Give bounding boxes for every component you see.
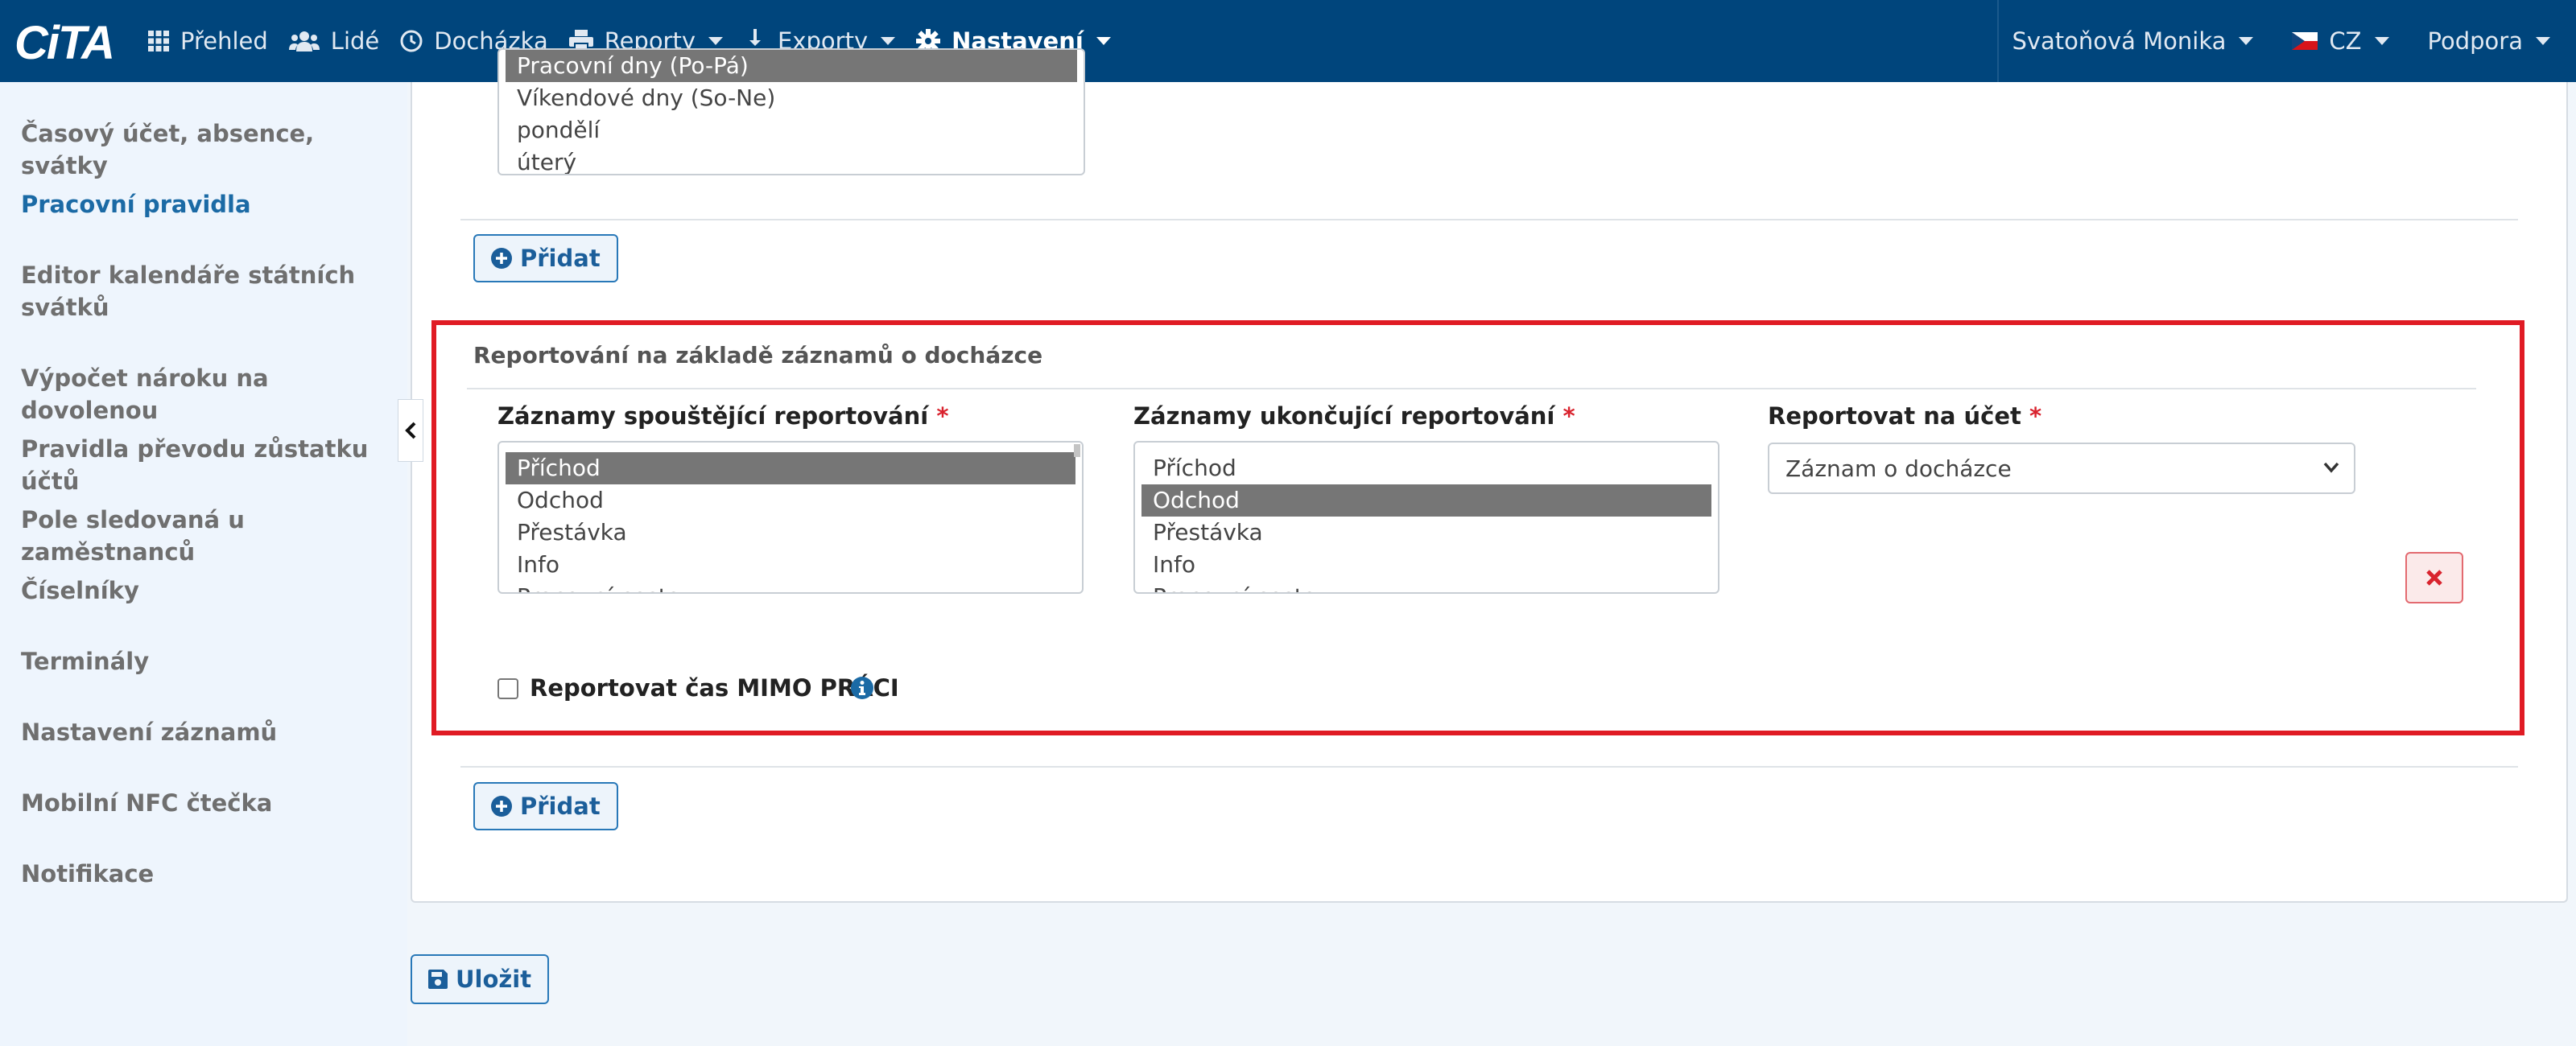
sidebar-item-notifikace[interactable]: Notifikace xyxy=(21,858,391,890)
divider xyxy=(467,388,2476,389)
chevron-down-icon xyxy=(881,37,896,45)
account-select[interactable]: Záznam o docházce xyxy=(1768,443,2355,494)
listbox-option[interactable]: Info xyxy=(1141,549,1711,581)
nav-item-prehled[interactable]: Přehled xyxy=(145,0,286,82)
listbox-option[interactable]: Pracovní dny (Po-Pá) xyxy=(506,50,1077,82)
chevron-down-icon xyxy=(2323,462,2339,473)
chevron-down-icon xyxy=(1096,37,1111,45)
chevron-left-icon xyxy=(405,422,416,439)
required-mark: * xyxy=(2029,402,2042,430)
listbox-option[interactable]: Příchod xyxy=(506,452,1075,484)
delete-rule-button[interactable] xyxy=(2405,552,2463,603)
required-mark: * xyxy=(936,402,949,430)
account-label: Reportovat na účet * xyxy=(1768,402,2041,430)
clock-icon xyxy=(400,30,423,52)
sidebar-item-nastaveni-zaznamu[interactable]: Nastavení záznamů xyxy=(21,716,391,748)
sidebar-item-casovy-ucet[interactable]: Časový účet, absence, svátky xyxy=(21,117,391,182)
sidebar-item-pravidla-prevodu[interactable]: Pravidla převodu zůstatku účtů xyxy=(21,433,391,497)
start-records-label: Záznamy spouštějící reportování * xyxy=(497,402,948,430)
listbox-scrollbar[interactable] xyxy=(1074,444,1080,457)
listbox-option[interactable]: Pracovní cesta xyxy=(1141,581,1711,592)
nav-label: Přehled xyxy=(180,27,268,55)
nav-item-lide[interactable]: Lidé xyxy=(286,0,397,82)
nav-label: Lidé xyxy=(330,27,380,55)
end-records-listbox[interactable]: Příchod Odchod Přestávka Info Pracovní c… xyxy=(1133,441,1719,594)
save-button-label: Uložit xyxy=(456,966,532,993)
language-code: CZ xyxy=(2329,27,2362,55)
chevron-down-icon xyxy=(2374,37,2389,45)
info-icon[interactable] xyxy=(850,676,874,700)
support-label: Podpora xyxy=(2427,27,2523,55)
start-records-listbox[interactable]: Příchod Odchod Přestávka Info Pracovní c… xyxy=(497,441,1084,594)
user-menu[interactable]: Svatoňová Monika xyxy=(1999,0,2279,82)
add-reporting-button[interactable]: Přidat xyxy=(473,782,618,830)
outside-work-checkbox[interactable] xyxy=(497,678,518,699)
outside-work-label[interactable]: Reportovat čas MIMO PRÁCI xyxy=(530,674,899,702)
listbox-option[interactable]: úterý xyxy=(506,146,1077,174)
listbox-option[interactable]: Příchod xyxy=(1141,452,1711,484)
add-button-label: Přidat xyxy=(520,793,601,820)
chevron-down-icon xyxy=(2536,37,2550,45)
close-icon xyxy=(2426,570,2442,586)
label-text: Záznamy ukončující reportování xyxy=(1133,402,1555,430)
days-listbox[interactable]: Pracovní dny (Po-Pá) Víkendové dny (So-N… xyxy=(497,48,1085,175)
app-logo[interactable]: CiTA xyxy=(14,17,115,69)
users-icon xyxy=(288,31,320,51)
top-navbar: CiTA Přehled Lidé Docházka Reporty Expor… xyxy=(0,0,2576,82)
listbox-option[interactable]: Info xyxy=(506,549,1075,581)
settings-sidebar: Časový účet, absence, svátky Pracovní pr… xyxy=(0,82,407,1046)
floppy-disk-icon xyxy=(428,970,448,989)
add-button-label: Přidat xyxy=(520,245,601,272)
sidebar-item-editor-kalendare[interactable]: Editor kalendáře státních svátků xyxy=(21,259,391,323)
sidebar-item-mobilni-nfc[interactable]: Mobilní NFC čtečka xyxy=(21,787,391,819)
chevron-down-icon xyxy=(2239,37,2254,45)
plus-circle-icon xyxy=(491,248,512,269)
label-text: Záznamy spouštějící reportování xyxy=(497,402,929,430)
account-select-value: Záznam o docházce xyxy=(1785,455,2012,482)
sidebar-item-pole-sledovana[interactable]: Pole sledovaná u zaměstnanců xyxy=(21,504,391,568)
listbox-option[interactable]: Víkendové dny (So-Ne) xyxy=(506,82,1077,114)
plus-circle-icon xyxy=(491,796,512,817)
listbox-option[interactable]: Přestávka xyxy=(506,517,1075,549)
logo-text: CiTA xyxy=(14,16,115,69)
sidebar-item-vypocet-naroku[interactable]: Výpočet nároku na dovolenou xyxy=(21,362,391,426)
sidebar-item-ciselniky[interactable]: Číselníky xyxy=(21,574,391,607)
section-title: Reportování na základě záznamů o docházc… xyxy=(473,342,1043,369)
required-mark: * xyxy=(1563,402,1575,430)
add-rule-button[interactable]: Přidat xyxy=(473,234,618,282)
listbox-option[interactable]: pondělí xyxy=(506,114,1077,146)
grid-icon xyxy=(148,31,169,51)
user-name: Svatoňová Monika xyxy=(2012,27,2227,55)
divider xyxy=(460,766,2518,768)
sidebar-item-pracovni-pravidla[interactable]: Pracovní pravidla xyxy=(21,188,391,220)
listbox-option[interactable]: Přestávka xyxy=(1141,517,1711,549)
chevron-down-icon xyxy=(708,37,724,45)
sidebar-collapse-button[interactable] xyxy=(398,399,423,462)
nav-right: Svatoňová Monika CZ Podpora xyxy=(1997,0,2576,82)
save-button[interactable]: Uložit xyxy=(411,954,550,1004)
czech-flag-icon xyxy=(2292,32,2318,50)
listbox-option[interactable]: Odchod xyxy=(506,484,1075,517)
end-records-label: Záznamy ukončující reportování * xyxy=(1133,402,1575,430)
divider xyxy=(460,219,2518,220)
label-text: Reportovat na účet xyxy=(1768,402,2021,430)
language-menu[interactable]: CZ xyxy=(2279,0,2414,82)
support-menu[interactable]: Podpora xyxy=(2415,0,2576,82)
sidebar-item-terminaly[interactable]: Terminály xyxy=(21,645,391,677)
listbox-option[interactable]: Pracovní cesta xyxy=(506,581,1075,592)
listbox-option[interactable]: Odchod xyxy=(1141,484,1711,517)
